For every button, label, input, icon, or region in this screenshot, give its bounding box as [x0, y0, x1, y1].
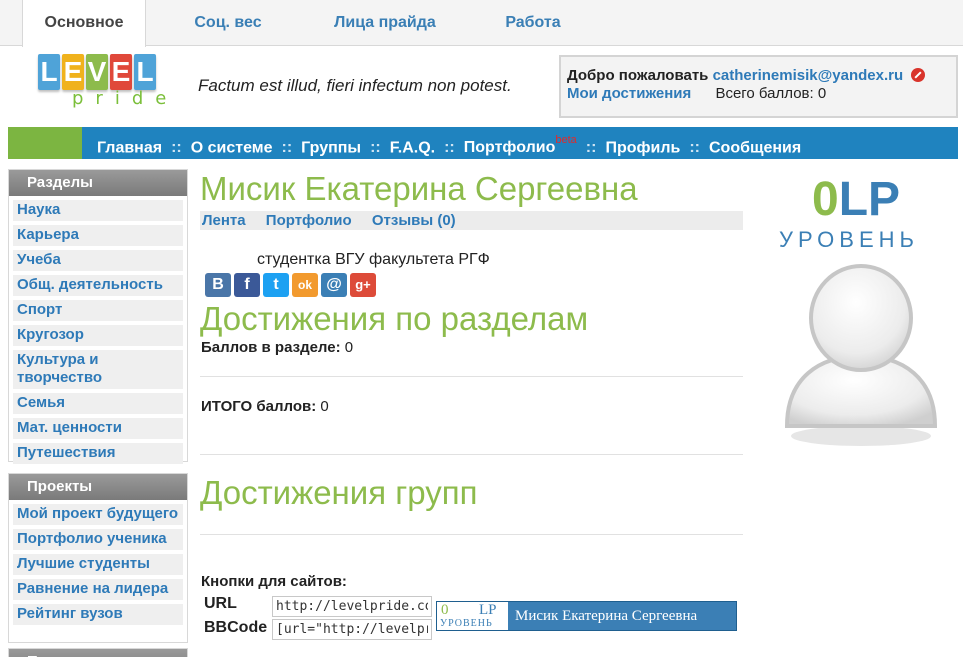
divider [200, 454, 743, 455]
third-panel-heading: П... [9, 649, 187, 657]
section-points-label: Баллов в разделе: [201, 339, 341, 356]
sidebar-item-leader[interactable]: Равнение на лидера [13, 579, 183, 600]
sidebar-item-travel[interactable]: Путешествия [13, 443, 183, 464]
sidebar-item-sport[interactable]: Спорт [13, 300, 183, 321]
total-points-value: 0 [320, 398, 329, 415]
nav-separator: :: [444, 139, 455, 157]
section-points: Баллов в разделе: 0 [201, 339, 353, 356]
badge-level-word: УРОВЕНЬ [440, 618, 493, 629]
total-points: Всего баллов: 0 [715, 85, 827, 102]
vk-icon[interactable]: В [205, 273, 231, 297]
sidebar-item-best-students[interactable]: Лучшие студенты [13, 554, 183, 575]
odnoklassniki-icon[interactable]: ok [292, 273, 318, 297]
sidebar-item-culture[interactable]: Культура и творчество [13, 350, 183, 389]
projects-panel: Проекты Мой проект будущего Портфолио уч… [8, 473, 188, 643]
welcome-greeting: Добро пожаловать [567, 67, 709, 84]
nav-messages[interactable]: Сообщения [709, 139, 801, 156]
badge-level-value: 0 [441, 602, 449, 618]
profile-name: Мисик Екатерина Сергеевна [200, 170, 638, 207]
nav-groups[interactable]: Группы [301, 139, 361, 156]
tab-work[interactable]: Работа [480, 0, 586, 46]
url-field[interactable] [272, 596, 432, 617]
projects-heading: Проекты [9, 474, 187, 500]
subtab-reviews[interactable]: Отзывы (0) [372, 212, 456, 229]
sidebar-item-university-rating[interactable]: Рейтинг вузов [13, 604, 183, 625]
tab-main[interactable]: Основное [22, 0, 146, 47]
nav-home[interactable]: Главная [97, 139, 162, 156]
profile-subtabs: Лента Портфолио Отзывы (0) [200, 211, 743, 230]
badge-name: Мисик Екатерина Сергеевна [515, 608, 698, 624]
share-buttons: В f t ok @ g+ [205, 273, 376, 297]
nav-separator: :: [689, 139, 700, 157]
twitter-icon[interactable]: t [263, 273, 289, 297]
logout-icon[interactable] [911, 68, 926, 82]
url-label: URL [204, 595, 237, 612]
sections-panel: Разделы Наука Карьера Учеба Общ. деятель… [8, 169, 188, 464]
achievements-heading: Достижения по разделам [200, 300, 589, 337]
sidebar-item-career[interactable]: Карьера [13, 225, 183, 246]
sidebar-item-material-values[interactable]: Мат. ценности [13, 418, 183, 439]
nav-faq[interactable]: F.A.Q. [390, 139, 435, 156]
top-tabs: Основное Соц. вес Лица прайда Работа [0, 0, 963, 47]
logo-letter: E [110, 54, 132, 90]
sidebar-item-student-portfolio[interactable]: Портфолио ученика [13, 529, 183, 550]
bbcode-label: BBCode [204, 619, 268, 636]
sidebar-item-outlook[interactable]: Кругозор [13, 325, 183, 346]
badge-level: 0 LP УРОВЕНЬ [437, 602, 508, 630]
tab-social-weight[interactable]: Соц. вес [168, 0, 288, 46]
level-value: 0 [812, 173, 839, 226]
nav-portfolio-label: Портфолио [463, 139, 556, 157]
total-points-label: ИТОГО баллов: [201, 398, 317, 415]
total-points-row: ИТОГО баллов: 0 [201, 398, 329, 415]
logo-letter: L [38, 54, 60, 90]
mailru-icon[interactable]: @ [321, 273, 347, 297]
sidebar-item-family[interactable]: Семья [13, 393, 183, 414]
site-badge-preview[interactable]: 0 LP УРОВЕНЬ Мисик Екатерина Сергеевна [436, 601, 737, 631]
tab-pride-faces[interactable]: Лица прайда [310, 0, 460, 46]
main-nav: Главная:: О системе:: Группы:: F.A.Q.:: Порт… [8, 127, 958, 159]
subtab-portfolio[interactable]: Портфолио [266, 212, 352, 229]
logo-subtitle: pride [72, 88, 179, 109]
profile-status: студентка ВГУ факультета РГФ [257, 251, 490, 268]
nav-separator: :: [585, 139, 597, 157]
badge-lp: LP [479, 602, 497, 618]
nav-profile[interactable]: Профиль [605, 139, 680, 156]
sidebar-item-science[interactable]: Наука [13, 200, 183, 221]
logo-letter: E [62, 54, 84, 90]
sections-heading: Разделы [9, 170, 187, 196]
logo-letter: L [134, 54, 156, 90]
nav-separator: :: [281, 139, 293, 157]
nav-accent [8, 127, 82, 159]
sidebar-item-future-project[interactable]: Мой проект будущего [13, 504, 183, 525]
googleplus-icon[interactable]: g+ [350, 273, 376, 297]
sidebar-item-social-activity[interactable]: Общ. деятельность [13, 275, 183, 296]
user-avatar-icon [784, 264, 938, 446]
nav-portfolio[interactable]: Портфолиоbeta [463, 134, 577, 157]
site-motto: Factum est illud, fieri infectum non pot… [198, 76, 512, 95]
group-achievements-heading: Достижения групп [200, 474, 478, 511]
third-panel: П... [8, 648, 188, 657]
facebook-icon[interactable]: f [234, 273, 260, 297]
nav-separator: :: [370, 139, 381, 157]
site-logo[interactable]: L E V E L pride [38, 54, 179, 124]
beta-badge: beta [555, 134, 577, 146]
nav-separator: :: [171, 139, 182, 157]
level-word: УРОВЕНЬ [779, 227, 919, 252]
level-suffix: LP [838, 173, 901, 226]
level-display: 0LP [812, 172, 900, 227]
subtab-feed[interactable]: Лента [202, 212, 246, 229]
bbcode-field[interactable] [272, 619, 432, 640]
divider [200, 376, 743, 377]
user-email-link[interactable]: catherinemisik@yandex.ru [713, 67, 904, 84]
divider [200, 534, 743, 535]
sidebar-item-study[interactable]: Учеба [13, 250, 183, 271]
nav-about[interactable]: О системе [191, 139, 273, 156]
welcome-box: Добро пожаловать catherinemisik@yandex.r… [559, 55, 958, 118]
logo-letter: V [86, 54, 108, 90]
section-points-value: 0 [344, 339, 354, 356]
my-achievements-link[interactable]: Мои достижения [567, 85, 691, 102]
site-buttons-title: Кнопки для сайтов: [201, 573, 347, 590]
